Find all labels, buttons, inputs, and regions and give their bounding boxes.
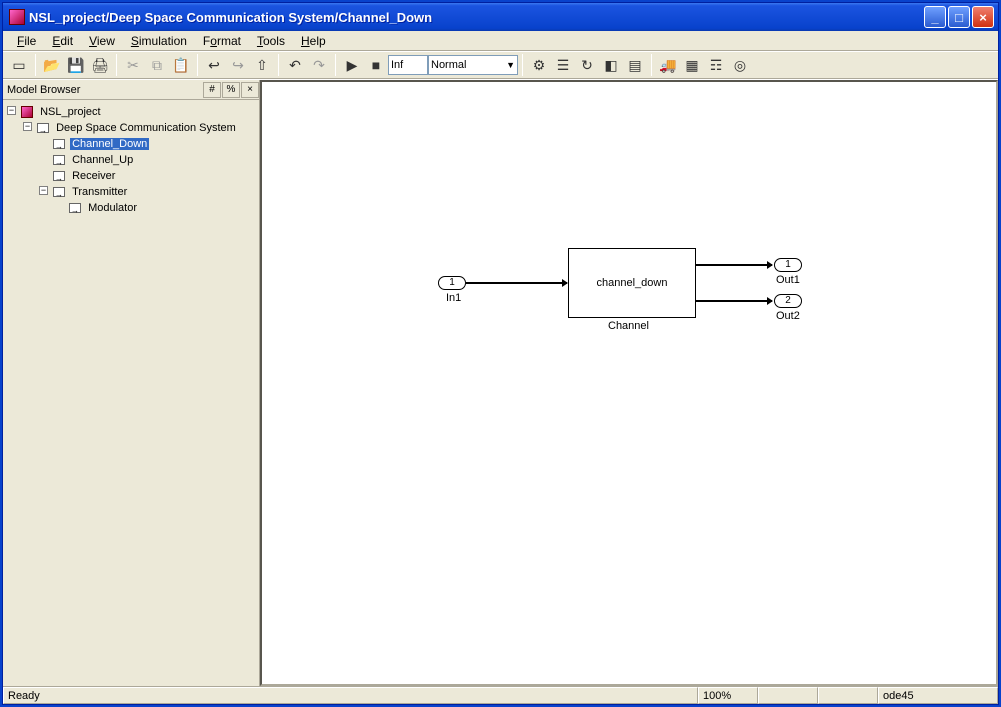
model-browser-header: Model Browser # % × — [3, 80, 259, 100]
simulink-window: NSL_project/Deep Space Communication Sys… — [2, 2, 999, 705]
signal-line[interactable] — [696, 300, 772, 302]
paste-icon[interactable]: 📋 — [170, 54, 192, 76]
tree-node-modulator[interactable]: Modulator — [86, 202, 139, 214]
status-solver: ode45 — [878, 687, 998, 704]
build-icon[interactable]: ⚙ — [528, 54, 550, 76]
inport-1-label: In1 — [446, 292, 461, 304]
play-icon[interactable]: ▶ — [341, 54, 363, 76]
window-title: NSL_project/Deep Space Communication Sys… — [29, 10, 922, 25]
tree-collapse-icon[interactable]: − — [23, 122, 32, 131]
menu-format[interactable]: Format — [195, 33, 249, 49]
subsystem-icon — [53, 187, 65, 197]
toolbar-separator — [335, 54, 336, 76]
model-icon — [21, 106, 33, 118]
model-browser: Model Browser # % × − NSL_project − — [3, 80, 260, 686]
status-zoom: 100% — [698, 687, 758, 704]
signal-line[interactable] — [466, 282, 567, 284]
menu-edit[interactable]: Edit — [44, 33, 81, 49]
toolbar-separator — [522, 54, 523, 76]
diagram-canvas[interactable]: 1 In1 channel_down Channel 1 Out1 2 Out2 — [260, 80, 998, 686]
chevron-down-icon: ▼ — [506, 60, 515, 70]
menu-help[interactable]: Help — [293, 33, 334, 49]
toolbar-separator — [197, 54, 198, 76]
explorer-icon[interactable]: ☶ — [705, 54, 727, 76]
model-browser-title: Model Browser — [7, 84, 80, 96]
menubar: File Edit View Simulation Format Tools H… — [3, 31, 998, 51]
block-channel-label: Channel — [608, 320, 649, 332]
menu-simulation[interactable]: Simulation — [123, 33, 195, 49]
tree-node-channel-up[interactable]: Channel_Up — [70, 154, 135, 166]
print-icon[interactable]: 🖨 — [89, 54, 111, 76]
copy-icon[interactable]: ⧉ — [146, 54, 168, 76]
menu-view[interactable]: View — [81, 33, 123, 49]
signal-line[interactable] — [696, 264, 772, 266]
tree-collapse-icon[interactable]: − — [7, 106, 16, 115]
status-cell-a — [758, 687, 818, 704]
tree-node-dscs[interactable]: Deep Space Communication System — [54, 122, 238, 134]
window-buttons: _ □ × — [922, 6, 994, 28]
subsystem-icon — [53, 155, 65, 165]
redo-icon[interactable]: ↷ — [308, 54, 330, 76]
outport-2-label: Out2 — [776, 310, 800, 322]
cut-icon[interactable]: ✂ — [122, 54, 144, 76]
tree-node-transmitter[interactable]: Transmitter — [70, 186, 129, 198]
block-diagram: 1 In1 channel_down Channel 1 Out1 2 Out2 — [262, 82, 996, 684]
tree-node-root[interactable]: NSL_project — [38, 106, 103, 118]
outport-1[interactable]: 1 — [774, 258, 802, 272]
status-cell-b — [818, 687, 878, 704]
menu-file[interactable]: File — [9, 33, 44, 49]
simmode-label: Normal — [431, 59, 466, 71]
maximize-button[interactable]: □ — [948, 6, 970, 28]
minimize-button[interactable]: _ — [924, 6, 946, 28]
subsystem-icon — [53, 139, 65, 149]
refresh-icon[interactable]: ↻ — [576, 54, 598, 76]
block-channel[interactable]: channel_down — [568, 248, 696, 318]
browser-options-icon[interactable]: # — [203, 82, 221, 98]
browser-filter-icon[interactable]: % — [222, 82, 240, 98]
toolbar-separator — [278, 54, 279, 76]
report-icon[interactable]: ▤ — [624, 54, 646, 76]
tune-icon[interactable]: ☰ — [552, 54, 574, 76]
undo-icon[interactable]: ↶ — [284, 54, 306, 76]
lib-icon[interactable]: 🚚 — [657, 54, 679, 76]
tree-collapse-icon[interactable]: − — [39, 186, 48, 195]
toolbar-separator — [35, 54, 36, 76]
target-icon[interactable]: ◎ — [729, 54, 751, 76]
browser-close-icon[interactable]: × — [241, 82, 259, 98]
outport-2[interactable]: 2 — [774, 294, 802, 308]
subsystem-icon — [37, 123, 49, 133]
tree-node-channel-down[interactable]: Channel_Down — [70, 138, 149, 150]
nav-fwd-icon[interactable]: ↪ — [227, 54, 249, 76]
new-icon[interactable]: ▭ — [8, 54, 30, 76]
inport-1[interactable]: 1 — [438, 276, 466, 290]
menu-tools[interactable]: Tools — [249, 33, 293, 49]
stoptime-input[interactable] — [388, 55, 428, 75]
statusbar: Ready 100% ode45 — [3, 686, 998, 704]
stop-icon[interactable]: ■ — [365, 54, 387, 76]
toolbar: ▭ 📂 💾 🖨 ✂ ⧉ 📋 ↩ ↪ ⇧ ↶ ↷ ▶ ■ Normal ▼ ⚙ ☰… — [3, 51, 998, 79]
simmode-select[interactable]: Normal ▼ — [428, 55, 518, 75]
model-tree[interactable]: − NSL_project − Deep Space Communication… — [3, 100, 259, 686]
nav-back-icon[interactable]: ↩ — [203, 54, 225, 76]
outport-1-label: Out1 — [776, 274, 800, 286]
close-button[interactable]: × — [972, 6, 994, 28]
debug-icon[interactable]: ▦ — [681, 54, 703, 76]
stack-icon[interactable]: ◧ — [600, 54, 622, 76]
toolbar-separator — [651, 54, 652, 76]
tree-node-receiver[interactable]: Receiver — [70, 170, 117, 182]
status-ready: Ready — [3, 687, 698, 704]
main-area: Model Browser # % × − NSL_project − — [3, 79, 998, 686]
save-icon[interactable]: 💾 — [65, 54, 87, 76]
titlebar[interactable]: NSL_project/Deep Space Communication Sys… — [3, 3, 998, 31]
nav-up-icon[interactable]: ⇧ — [251, 54, 273, 76]
subsystem-icon — [69, 203, 81, 213]
subsystem-icon — [53, 171, 65, 181]
app-icon — [9, 9, 25, 25]
open-icon[interactable]: 📂 — [41, 54, 63, 76]
toolbar-separator — [116, 54, 117, 76]
